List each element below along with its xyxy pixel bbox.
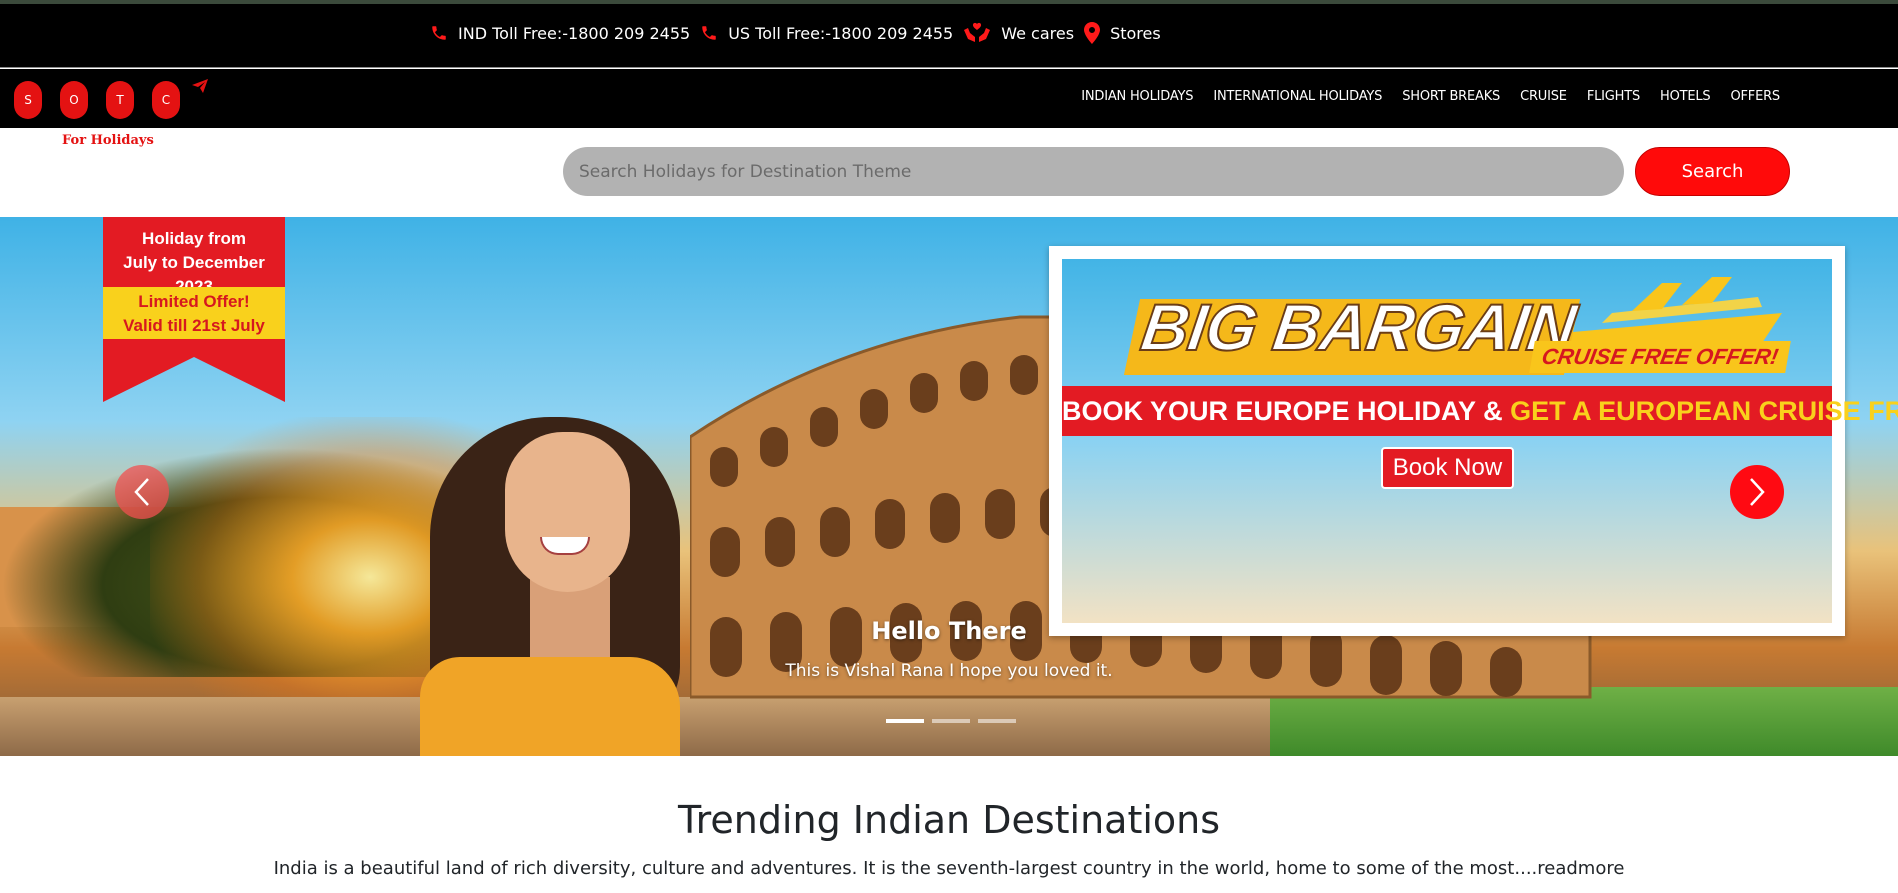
nav-international-holidays[interactable]: INTERNATIONAL HOLIDAYS [1213, 89, 1382, 104]
nav-flights[interactable]: FLIGHTS [1587, 89, 1640, 104]
nav-hotels[interactable]: HOTELS [1660, 89, 1711, 104]
chevron-left-icon [134, 478, 149, 506]
carousel-caption-title: Hello There [871, 617, 1027, 645]
trending-text: India is a beautiful land of rich divers… [273, 858, 1515, 879]
ribbon-offer: Limited Offer! Valid till 21st July [103, 287, 285, 339]
hero-carousel: Holiday from July to December 2023 Limit… [0, 217, 1898, 756]
logo[interactable]: S O T C [14, 81, 198, 119]
stores-text: Stores [1110, 23, 1161, 43]
logo-letter: O [60, 81, 88, 119]
contact-bar: IND Toll Free:-1800 209 2455 US Toll Fre… [0, 4, 1898, 68]
book-now-button[interactable]: Book Now [1381, 447, 1514, 489]
promo-banner: BOOK YOUR EUROPE HOLIDAY & GET A EUROPEA… [1062, 386, 1898, 436]
us-toll-text: US Toll Free:-1800 209 2455 [728, 23, 954, 43]
contact-items: IND Toll Free:-1800 209 2455 US Toll Fre… [430, 22, 1171, 44]
logo-letter: T [106, 81, 134, 119]
promo-card: BIG BARGAIN CRUISE FREE OFFER! BOOK YOUR… [1049, 246, 1898, 636]
ribbon-line: Limited Offer! [138, 292, 250, 311]
location-pin-icon [1084, 22, 1101, 44]
cruise-ship-icon [1562, 277, 1782, 343]
nav-offers[interactable]: OFFERS [1731, 89, 1781, 104]
carousel-indicators [886, 719, 1024, 723]
promo-tag: CRUISE FREE OFFER! [1529, 341, 1791, 373]
phone-icon [432, 26, 446, 40]
offer-ribbon: Holiday from July to December 2023 Limit… [103, 217, 285, 402]
hands-heart-icon [964, 22, 991, 42]
woman-face [505, 432, 630, 592]
ribbon-line: Holiday from [142, 229, 246, 248]
nav-links: INDIAN HOLIDAYS INTERNATIONAL HOLIDAYS S… [1061, 89, 1780, 104]
ind-toll-link[interactable]: IND Toll Free:-1800 209 2455 [430, 24, 690, 43]
carousel-indicator[interactable] [932, 719, 970, 723]
carousel-caption-text: This is Vishal Rana I hope you loved it. [785, 661, 1113, 681]
main-navbar: S O T C INDIAN HOLIDAYS INTERNATIONAL HO… [0, 69, 1898, 128]
search-button[interactable]: Search [1635, 147, 1790, 196]
we-cares-link[interactable]: We cares [963, 22, 1074, 44]
carousel-indicator[interactable] [978, 719, 1016, 723]
ribbon-line: Valid till 21st July [123, 316, 265, 335]
promo-banner-highlight: GET A EUROPEAN CRUISE FREE! [1510, 396, 1898, 426]
promo-title: BIG BARGAIN [1136, 289, 1581, 365]
paper-plane-icon [192, 79, 208, 93]
phone-icon [702, 26, 716, 40]
trending-title: Trending Indian Destinations [677, 798, 1221, 842]
carousel-next-button[interactable] [1730, 465, 1784, 519]
ind-toll-text: IND Toll Free:-1800 209 2455 [458, 23, 691, 43]
chevron-right-icon [1750, 478, 1765, 506]
nav-indian-holidays[interactable]: INDIAN HOLIDAYS [1081, 89, 1193, 104]
search-input[interactable] [563, 147, 1624, 196]
nav-short-breaks[interactable]: SHORT BREAKS [1402, 89, 1500, 104]
us-toll-link[interactable]: US Toll Free:-1800 209 2455 [700, 24, 953, 43]
nav-cruise[interactable]: CRUISE [1520, 89, 1567, 104]
promo-inner: BIG BARGAIN CRUISE FREE OFFER! BOOK YOUR… [1062, 259, 1898, 623]
carousel-prev-button[interactable] [115, 465, 169, 519]
we-cares-text: We cares [1001, 23, 1075, 43]
logo-tagline: For Holidays [62, 133, 154, 148]
trending-description: India is a beautiful land of rich divers… [0, 858, 1898, 879]
logo-letter: C [152, 81, 180, 119]
stores-link[interactable]: Stores [1084, 22, 1161, 44]
readmore-link[interactable]: ....readmore [1514, 858, 1624, 879]
promo-banner-text: BOOK YOUR EUROPE HOLIDAY & [1062, 396, 1511, 426]
ribbon-header: Holiday from July to December 2023 [103, 217, 285, 296]
ribbon-tail [103, 339, 285, 402]
carousel-indicator[interactable] [886, 719, 924, 723]
logo-letter: S [14, 81, 42, 119]
